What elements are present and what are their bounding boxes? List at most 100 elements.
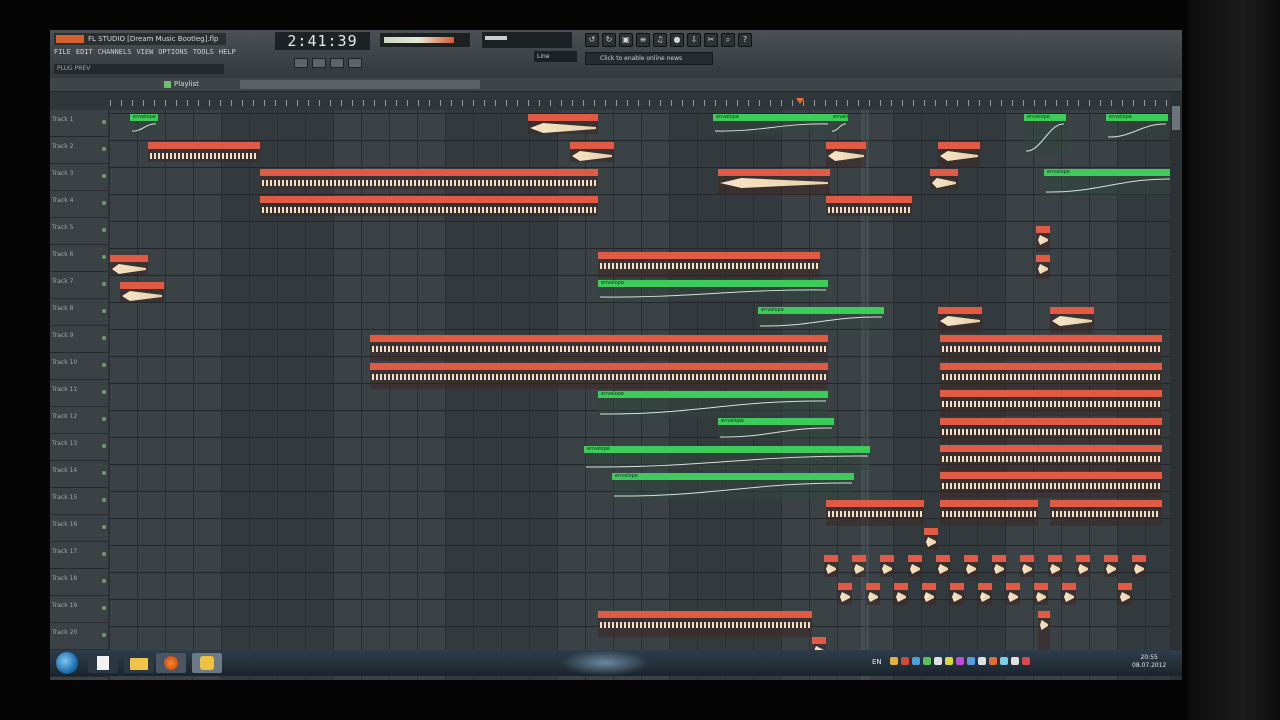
- pattern-clip[interactable]: [120, 282, 164, 302]
- online-news-bar[interactable]: Click to enable online news: [585, 52, 713, 65]
- taskbar-firefox-icon[interactable]: [156, 653, 186, 673]
- vertical-scrollbar[interactable]: [1170, 92, 1182, 680]
- track-led-icon[interactable]: [102, 147, 106, 151]
- pattern-clip[interactable]: [838, 583, 852, 605]
- tray-icon[interactable]: [989, 657, 997, 665]
- pattern-clip[interactable]: [826, 196, 912, 216]
- track-header[interactable]: Track 4: [50, 191, 108, 218]
- track-led-icon[interactable]: [102, 525, 106, 529]
- pattern-clip[interactable]: [1036, 255, 1050, 279]
- pattern-clip[interactable]: [570, 142, 614, 162]
- track-header[interactable]: Track 11: [50, 380, 108, 407]
- pattern-clip[interactable]: [992, 555, 1006, 577]
- pattern-clip[interactable]: [866, 583, 880, 605]
- automation-clip[interactable]: envelope: [598, 280, 828, 300]
- volume-icon[interactable]: [1011, 657, 1019, 665]
- menu-options[interactable]: OPTIONS: [158, 48, 188, 56]
- track-header[interactable]: Track 16: [50, 515, 108, 542]
- pattern-clip[interactable]: [370, 363, 828, 389]
- network-icon[interactable]: [1022, 657, 1030, 665]
- track-led-icon[interactable]: [102, 255, 106, 259]
- redo-icon[interactable]: ↻: [602, 33, 616, 47]
- pattern-clip[interactable]: [940, 390, 1162, 416]
- track-led-icon[interactable]: [102, 309, 106, 313]
- start-button-icon[interactable]: [56, 652, 78, 674]
- pattern-clip[interactable]: [1076, 555, 1090, 577]
- track-led-icon[interactable]: [102, 336, 106, 340]
- automation-clip[interactable]: envelope: [758, 307, 884, 329]
- pattern-clip[interactable]: [260, 169, 598, 189]
- automation-clip[interactable]: envelope: [718, 418, 834, 440]
- track-led-icon[interactable]: [102, 417, 106, 421]
- pattern-clip[interactable]: [880, 555, 894, 577]
- automation-clip[interactable]: envelope: [1106, 114, 1168, 140]
- pattern-clip[interactable]: [1006, 583, 1020, 605]
- tray-icon[interactable]: [912, 657, 920, 665]
- track-header[interactable]: Track 2: [50, 137, 108, 164]
- tray-icon[interactable]: [978, 657, 986, 665]
- track-led-icon[interactable]: [102, 120, 106, 124]
- pattern-clip[interactable]: [1034, 583, 1048, 605]
- pattern-clip[interactable]: [894, 583, 908, 605]
- automation-clip[interactable]: envelope: [598, 391, 828, 417]
- pattern-clip[interactable]: [950, 583, 964, 605]
- tray-icon[interactable]: [901, 657, 909, 665]
- pattern-clip[interactable]: [936, 555, 950, 577]
- pattern-clip[interactable]: [1020, 555, 1034, 577]
- track-led-icon[interactable]: [102, 363, 106, 367]
- pattern-clip[interactable]: [148, 142, 260, 162]
- pattern-clip[interactable]: [824, 555, 838, 577]
- mixer-icon[interactable]: ≡: [636, 33, 650, 47]
- pattern-clip[interactable]: [940, 445, 1162, 471]
- track-led-icon[interactable]: [102, 471, 106, 475]
- menu-help[interactable]: HELP: [219, 48, 236, 56]
- pattern-clip[interactable]: [978, 583, 992, 605]
- pattern-clip[interactable]: [908, 555, 922, 577]
- pattern-clip[interactable]: [826, 500, 924, 526]
- track-header[interactable]: Track 8: [50, 299, 108, 326]
- song-position-marker[interactable]: [796, 98, 804, 104]
- pattern-clip[interactable]: [1048, 555, 1062, 577]
- play-button[interactable]: [312, 58, 326, 68]
- menu-file[interactable]: FILE: [54, 48, 71, 56]
- track-header[interactable]: Track 12: [50, 407, 108, 434]
- track-led-icon[interactable]: [102, 201, 106, 205]
- export-icon[interactable]: ⇩: [687, 33, 701, 47]
- menu-channels[interactable]: CHANNELS: [98, 48, 132, 56]
- taskbar-notepad-icon[interactable]: [88, 653, 118, 673]
- track-led-icon[interactable]: [102, 552, 106, 556]
- tray-icon[interactable]: [967, 657, 975, 665]
- pattern-clip[interactable]: [940, 363, 1162, 389]
- pattern-clip[interactable]: [718, 169, 830, 195]
- tray-icon[interactable]: [923, 657, 931, 665]
- automation-clip[interactable]: envelope: [584, 446, 870, 470]
- taskbar-clock[interactable]: 20:55 08.07.2012: [1132, 654, 1166, 670]
- piano-icon[interactable]: ♫: [653, 33, 667, 47]
- tray-icon[interactable]: [890, 657, 898, 665]
- pattern-clip[interactable]: [1050, 307, 1094, 333]
- pattern-song-toggle[interactable]: [294, 58, 308, 68]
- horizontal-scrollbar[interactable]: [240, 80, 480, 89]
- pattern-clip[interactable]: [1132, 555, 1146, 577]
- pattern-clip[interactable]: [1062, 583, 1076, 605]
- pattern-clip[interactable]: [1104, 555, 1118, 577]
- stop-button[interactable]: [330, 58, 344, 68]
- taskbar-fl-studio-icon[interactable]: [192, 653, 222, 673]
- pattern-clip[interactable]: [598, 611, 812, 637]
- track-header[interactable]: Track 14: [50, 461, 108, 488]
- playlist-grid[interactable]: envelope envelope envelope envelope envelope…: [110, 110, 1174, 680]
- track-led-icon[interactable]: [102, 174, 106, 178]
- track-header[interactable]: Track 1: [50, 110, 108, 137]
- pattern-clip[interactable]: [938, 307, 982, 333]
- pattern-clip[interactable]: [826, 142, 866, 168]
- language-indicator[interactable]: EN: [872, 658, 882, 666]
- track-header[interactable]: Track 5: [50, 218, 108, 245]
- tray-icon[interactable]: [956, 657, 964, 665]
- timeline-ruler[interactable]: [50, 92, 1182, 110]
- track-led-icon[interactable]: [102, 390, 106, 394]
- track-header[interactable]: Track 19: [50, 596, 108, 623]
- pattern-clip[interactable]: [852, 555, 866, 577]
- track-header[interactable]: Track 18: [50, 569, 108, 596]
- record-button[interactable]: [348, 58, 362, 68]
- help-icon[interactable]: ?: [738, 33, 752, 47]
